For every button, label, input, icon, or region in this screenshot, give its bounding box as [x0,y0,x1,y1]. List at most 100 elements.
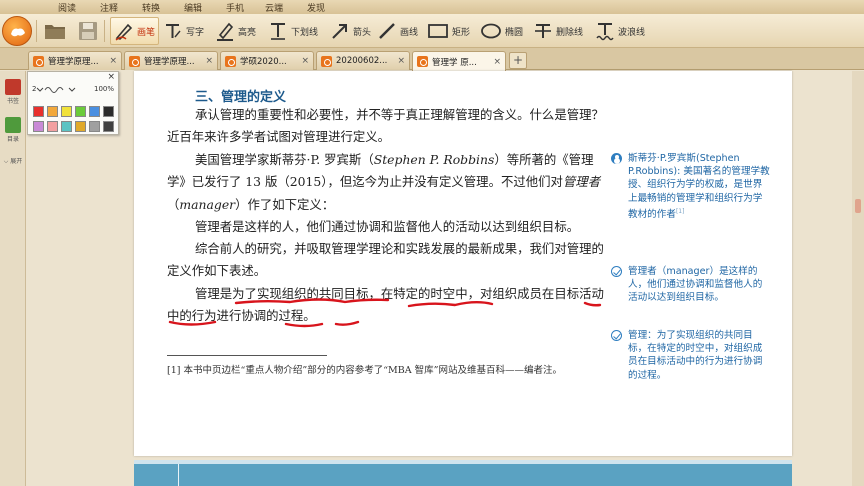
line-tool-button[interactable]: 画线 [377,17,418,45]
arrow-tool-button[interactable]: 箭头 [330,17,371,45]
color-swatch[interactable] [33,106,44,117]
ellipse-tool-button[interactable]: 椭圆 [480,17,523,45]
paragraph-3: 管理者是这样的人，他们通过协调和监督他人的活动以达到组织目标。 [195,219,580,234]
p2-term: 管理者 [562,174,601,190]
p2-term-en: manager [179,196,236,212]
wavy-line-tool-button[interactable]: 波浪线 [595,17,645,45]
scrollbar-thumb[interactable] [855,199,861,213]
pdf-file-icon [33,55,44,67]
document-tab[interactable]: 学硕2020... × [220,51,314,70]
tab-label: 20200602... [336,56,388,66]
pdf-file-icon [321,55,332,67]
ellipse-icon [481,23,501,39]
line-icon [379,23,395,39]
color-swatch[interactable] [89,121,100,132]
paragraph-2: 美国管理学家斯蒂芬·P. 罗宾斯（Stephen P. Robbins）等所著的… [167,149,609,216]
menu-edit[interactable]: 编辑 [184,1,202,14]
margin-note-definition: 管理者（manager）是这样的人，他们通过协调和监督他人的活动以达到组织目标。 [611,265,771,305]
document-tab-active[interactable]: 管理学 原... × [412,51,506,71]
bookmark-button[interactable]: 书签 [3,79,23,105]
text-tool-icon [166,24,181,38]
bookmark-label: 书签 [6,98,19,105]
tab-label: 管理学原理... [48,57,99,67]
app-logo-icon[interactable] [2,16,32,46]
tab-label: 学硕2020... [240,57,287,67]
margin-note-definition: 管理：为了实现组织的共同目标，在特定的时空中，对组织成员在目标活动中的行为进行协… [611,329,771,382]
document-tab[interactable]: 20200602... × [316,51,410,70]
color-swatch[interactable] [103,106,114,117]
check-circle-icon [611,266,622,277]
highlight-icon [217,22,234,41]
menu-mobile[interactable]: 手机 [226,1,244,14]
color-swatch[interactable] [75,121,86,132]
paragraph-5: 管理是为了实现组织的共同目标，在特定的时空中，对组织成员在目标活动中的行为进行协… [167,286,604,324]
person-icon [611,153,622,164]
p2-part: 美国管理学家斯蒂芬·P. 罗宾斯（ [195,152,374,167]
color-swatches [33,106,114,132]
highlight-tool-button[interactable]: 高亮 [215,17,256,45]
pdf-file-icon [225,55,236,67]
document-tab[interactable]: 管理学原理... × [124,51,218,70]
new-tab-button[interactable]: + [509,52,527,69]
document-tab[interactable]: 管理学原理... × [28,51,122,70]
menu-discover[interactable]: 发现 [307,1,325,14]
paragraph-1: 承认管理的重要性和必要性，并不等于真正理解管理的含义。什么是管理？近百年来许多学… [167,107,604,145]
strikethrough-icon [535,24,551,38]
pen-icon [115,23,133,41]
check-circle-icon [611,330,622,341]
close-tab-icon[interactable]: × [301,56,309,66]
folder-icon [45,25,65,39]
menu-annotate[interactable]: 注释 [100,1,118,14]
color-swatch[interactable] [61,121,72,132]
document-tab-bar: 管理学原理... × 管理学原理... × 学硕2020... × 202006… [0,48,864,71]
expand-sidebar-button[interactable]: ⌵ 展开 [3,155,23,166]
toolbar-divider [104,20,105,42]
menu-convert[interactable]: 转换 [142,1,160,14]
toolbar-divider [36,20,37,42]
color-swatch[interactable] [89,106,100,117]
underline-icon [271,23,285,40]
color-swatch[interactable] [47,121,58,132]
tool-label: 箭头 [353,27,372,38]
pen-settings-popup: × 2 100% [27,71,119,135]
save-button[interactable] [78,17,98,45]
footnote-rule [167,355,327,356]
color-swatch[interactable] [33,121,44,132]
close-tab-icon[interactable]: × [205,56,213,66]
arrow-icon [332,24,347,39]
menu-bar: 阅读 注释 转换 编辑 手机 云端 发现 [0,0,864,14]
color-swatch[interactable] [103,121,114,132]
wave-stroke-icon[interactable] [44,84,68,94]
pen-tool-button[interactable]: 画笔 [110,17,160,45]
dropdown-arrow-icon[interactable] [36,85,44,93]
expand-label: ⌵ 展开 [3,158,23,165]
open-folder-button[interactable] [44,17,66,45]
underline-tool-button[interactable]: 下划线 [268,17,318,45]
table-of-contents-icon [5,117,21,133]
opacity-value[interactable]: 100% [94,85,114,93]
toc-button[interactable]: 目录 [3,117,23,143]
text-tool-button[interactable]: 写字 [163,17,204,45]
close-tab-icon[interactable]: × [397,56,405,66]
tool-label: 椭圆 [505,27,524,38]
strikethrough-tool-button[interactable]: 删除线 [533,17,583,45]
annotation-toolbar: 画笔 写字 高亮 下划线 箭头 画线 矩形 椭圆 删除线 波浪线 [0,14,864,48]
dropdown-arrow-icon[interactable] [68,85,76,93]
vertical-scrollbar[interactable] [852,71,864,486]
color-swatch[interactable] [61,106,72,117]
close-tab-icon[interactable]: × [109,56,117,66]
color-swatch[interactable] [47,106,58,117]
menu-read[interactable]: 阅读 [58,1,76,14]
pdf-file-icon [417,56,428,67]
color-swatch[interactable] [75,106,86,117]
rectangle-tool-button[interactable]: 矩形 [427,17,470,45]
close-tab-icon[interactable]: × [493,57,501,67]
close-icon[interactable]: × [107,72,115,82]
footnote-ref[interactable]: [1] [676,208,685,215]
tab-label: 管理学 原... [432,57,477,68]
page-header-band [134,464,792,486]
tool-label: 波浪线 [618,27,646,38]
menu-cloud[interactable]: 云端 [265,1,283,14]
tool-label: 写字 [186,27,205,38]
tool-label: 删除线 [556,27,584,38]
